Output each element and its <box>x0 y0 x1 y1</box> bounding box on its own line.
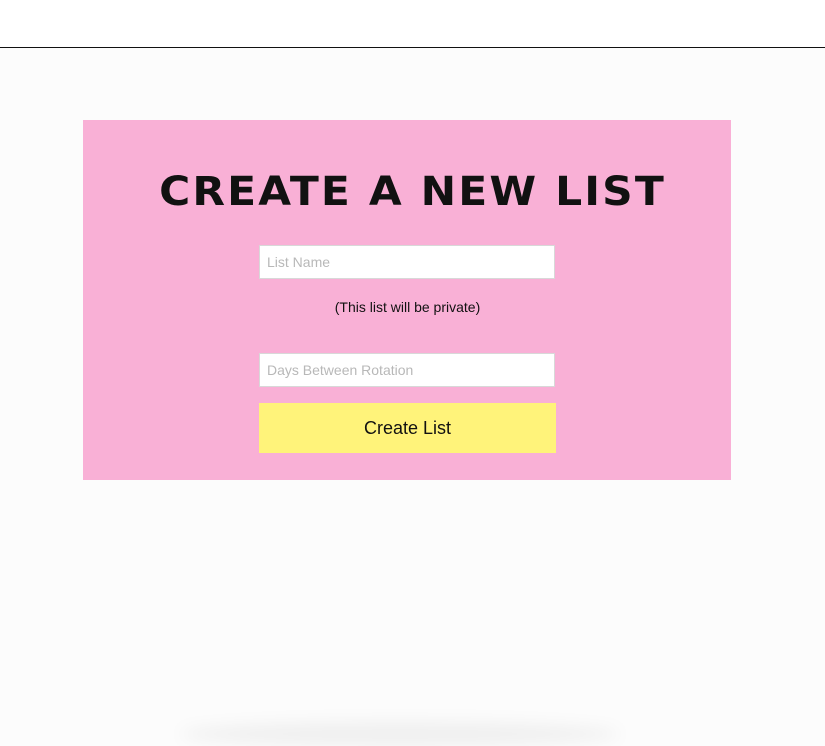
list-name-input[interactable] <box>259 245 555 279</box>
days-between-rotation-input[interactable] <box>259 353 555 387</box>
bottom-shadow <box>180 722 620 746</box>
page-title: CREATE A NEW LIST <box>159 169 666 215</box>
top-navigation-bar <box>0 0 825 48</box>
private-note: (This list will be private) <box>334 299 481 315</box>
create-list-button[interactable]: Create List <box>259 403 556 453</box>
